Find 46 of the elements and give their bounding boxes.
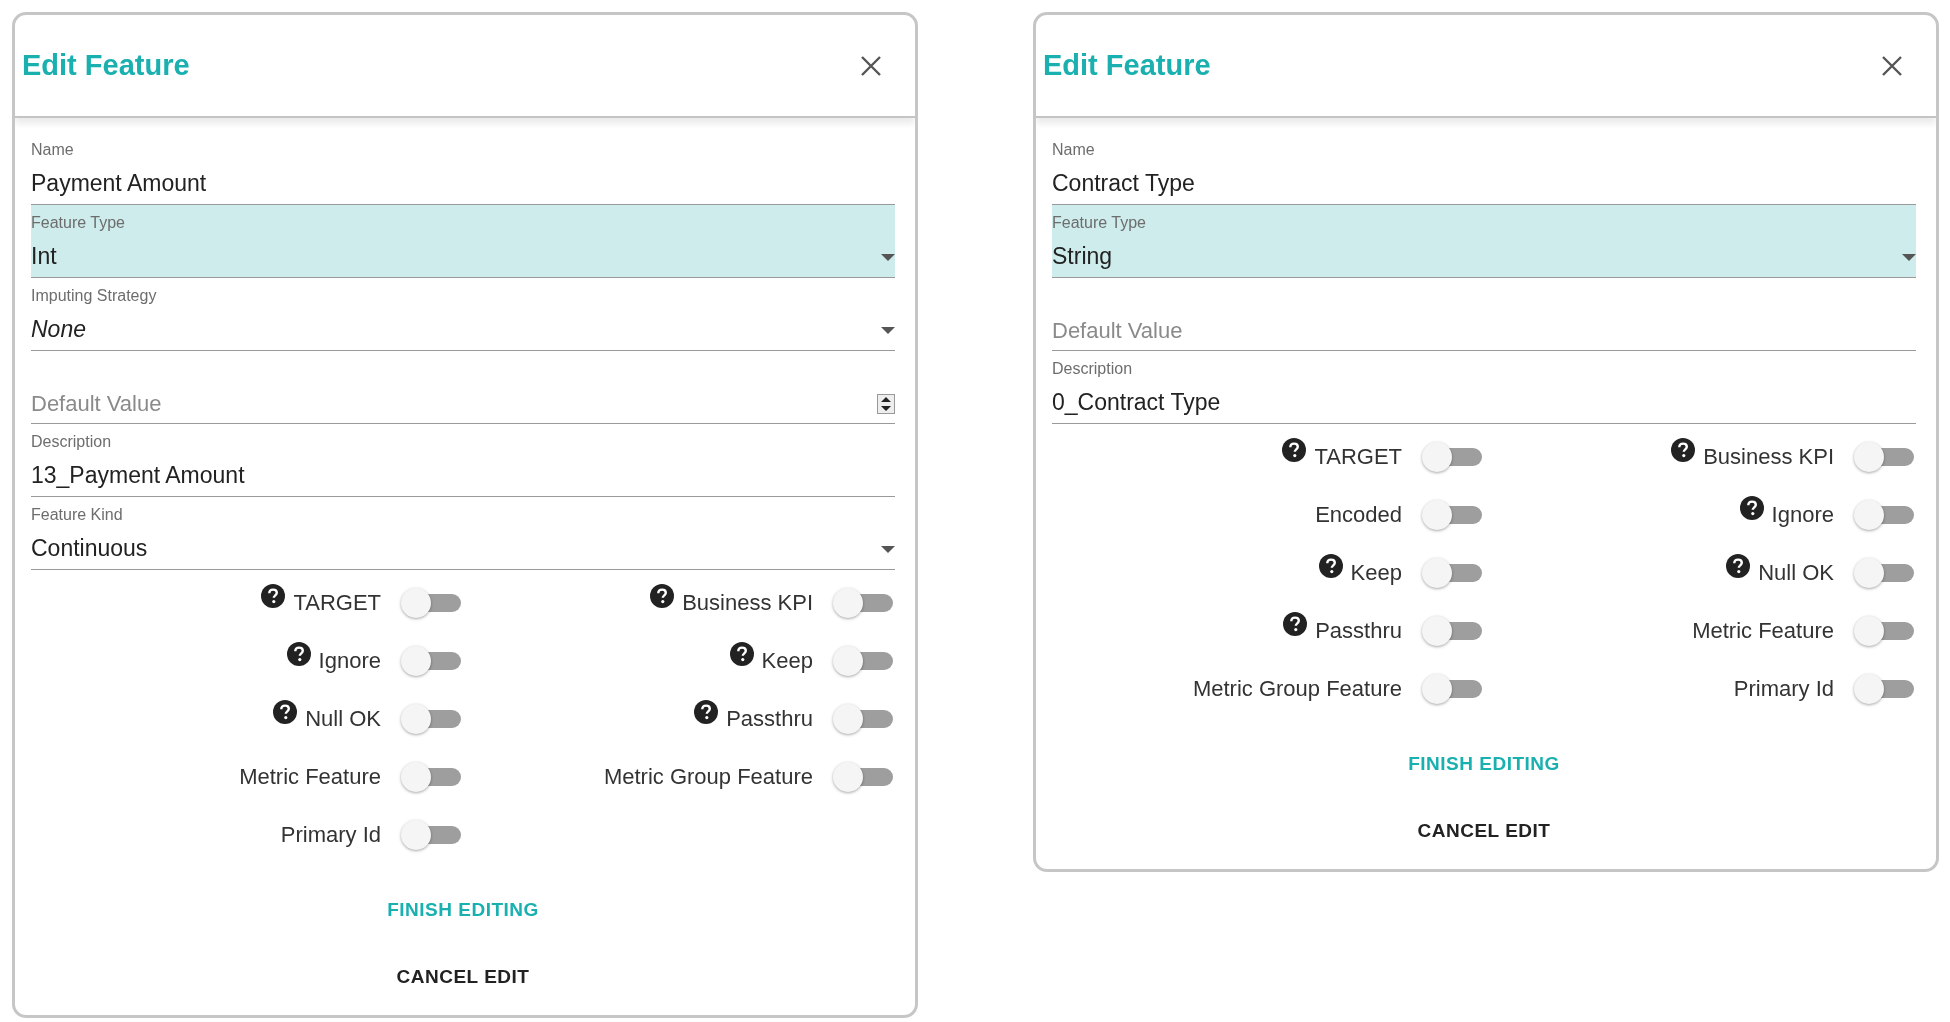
toggle-label: Business KPI	[1703, 442, 1834, 471]
field-placeholder: Default Value	[1052, 317, 1183, 344]
toggle-label: Primary Id	[1733, 674, 1834, 703]
toggle-label: Business KPI	[682, 588, 813, 617]
toggle-label: Primary Id	[280, 820, 381, 849]
field-value: String	[1052, 243, 1113, 271]
toggle-label: Metric Feature	[1692, 616, 1834, 645]
field-value: Contract Type	[1052, 170, 1195, 198]
select-field[interactable]: Feature Kind Continuous	[31, 497, 895, 570]
dialog-title: Edit Feature	[1043, 48, 1211, 83]
input-field[interactable]: Description 0_Contract Type	[1052, 351, 1916, 424]
field-value: Continuous	[31, 535, 148, 563]
field-value: 13_Payment Amount	[31, 462, 245, 490]
field-placeholder: Default Value	[31, 390, 162, 417]
cancel-edit-button[interactable]: CANCEL EDIT	[388, 958, 538, 995]
field-value: 0_Contract Type	[1052, 389, 1221, 417]
dropdown-caret-icon	[881, 545, 895, 553]
toggle-label: Encoded	[1315, 500, 1402, 529]
toggle-label: Passthru	[726, 704, 813, 733]
toggle-label: Ignore	[318, 646, 381, 675]
close-icon	[859, 53, 883, 78]
toggle-label: Metric Feature	[239, 762, 381, 791]
cancel-edit-button[interactable]: CANCEL EDIT	[1409, 812, 1559, 849]
dialog-title: Edit Feature	[22, 48, 190, 83]
select-field[interactable]: Feature Type Int	[31, 205, 895, 278]
select-field[interactable]: Feature Type String	[1052, 205, 1916, 278]
toggle-label: TARGET	[1314, 442, 1402, 471]
toggle-label: Ignore	[1771, 500, 1834, 529]
toggle-label: Keep	[1350, 558, 1402, 587]
dropdown-caret-icon	[1902, 253, 1916, 261]
spinner-icon	[877, 393, 895, 414]
field-value: Int	[31, 243, 57, 271]
field-value: None	[31, 316, 86, 344]
toggle-label: Passthru	[1315, 616, 1402, 645]
toggle-label: Metric Group Feature	[603, 762, 813, 791]
toggle-label: Null OK	[305, 704, 381, 733]
toggle-label: TARGET	[293, 588, 381, 617]
toggle-label: Null OK	[1758, 558, 1834, 587]
toggle-label: Metric Group Feature	[1192, 674, 1402, 703]
select-field[interactable]: Imputing Strategy None	[31, 278, 895, 351]
toggle-label: Keep	[761, 646, 813, 675]
input-field[interactable]: Description 13_Payment Amount	[31, 424, 895, 497]
dropdown-caret-icon	[881, 253, 895, 261]
field-value: Payment Amount	[31, 170, 207, 198]
close-icon	[1880, 53, 1904, 78]
dropdown-caret-icon	[881, 326, 895, 334]
